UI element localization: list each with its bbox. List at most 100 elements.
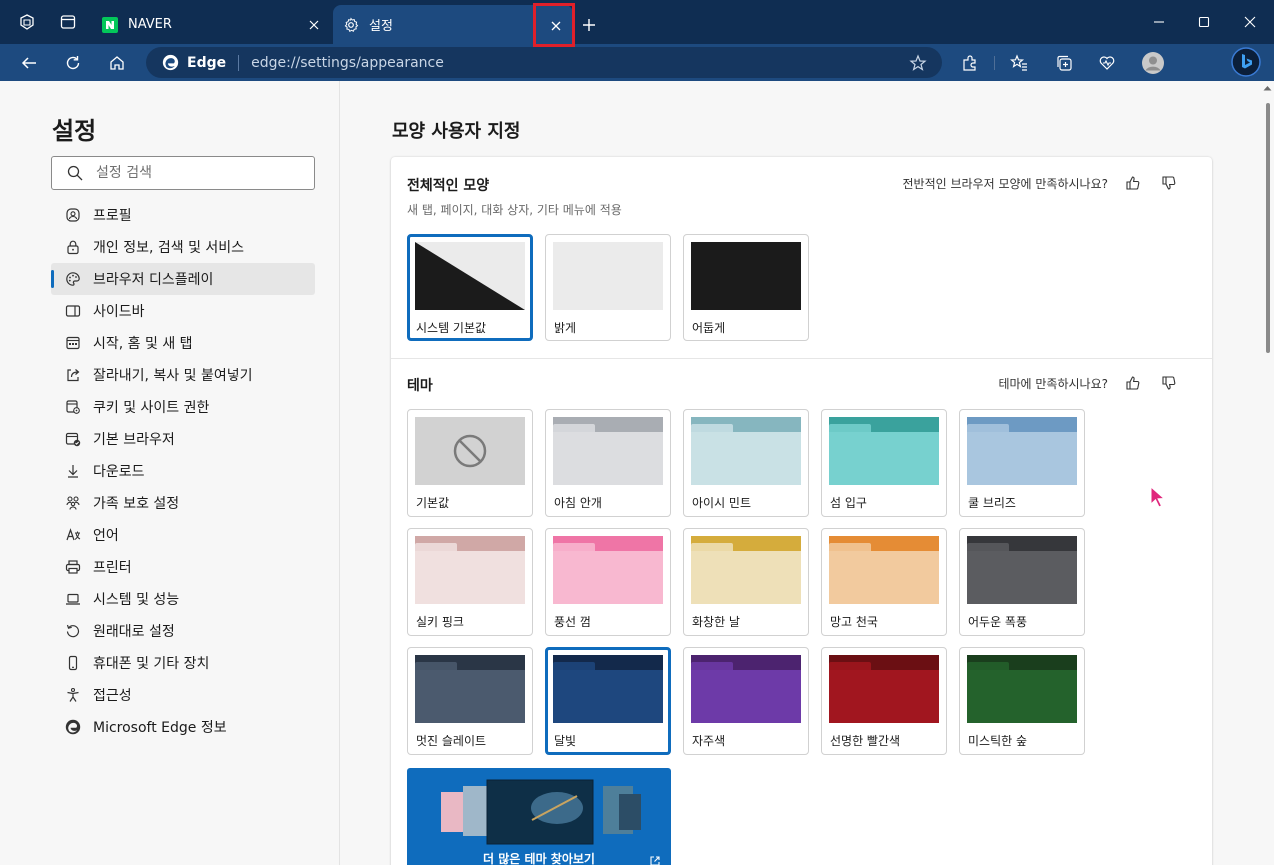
tab-naver[interactable]: NAVER (92, 5, 332, 44)
sidebar-item-reset[interactable]: 원래대로 설정 (51, 615, 315, 647)
sidebar-item-start-home[interactable]: 시작, 홈 및 새 탭 (51, 327, 315, 359)
sidebar-item-cookies[interactable]: 쿠키 및 사이트 권한 (51, 391, 315, 423)
appearance-card: 전체적인 모양 새 탭, 페이지, 대화 상자, 기타 메뉴에 적용 전반적인 … (391, 157, 1212, 865)
dark-preview (691, 242, 801, 310)
tab-actions-icon[interactable] (55, 9, 81, 35)
tab-close-button[interactable] (544, 14, 568, 38)
sidebar-item-label: 다운로드 (93, 464, 145, 480)
sidebar-item-phone[interactable]: 휴대폰 및 기타 장치 (51, 647, 315, 679)
blocked-icon (415, 417, 525, 485)
theme-option[interactable]: 아이시 민트 (683, 409, 809, 517)
favorites-icon[interactable] (1005, 49, 1033, 77)
search-input[interactable] (96, 165, 296, 181)
sidebar-item-label: 쿠키 및 사이트 권한 (93, 400, 210, 416)
workspaces-icon[interactable] (14, 9, 40, 35)
theme-option[interactable]: 미스틱한 숲 (959, 647, 1085, 755)
thumbs-up-icon[interactable] (1122, 172, 1144, 194)
sidebar-item-language[interactable]: 언어 (51, 519, 315, 551)
mouse-cursor-icon (1150, 486, 1166, 508)
theme-option[interactable]: 풍선 껌 (545, 528, 671, 636)
new-tab-button[interactable] (576, 12, 602, 38)
sidebar-item-default-browser[interactable]: 기본 브라우저 (51, 423, 315, 455)
theme-option-label: 어두운 폭풍 (968, 615, 1028, 629)
page-scrollbar[interactable] (1261, 81, 1274, 865)
thumbs-down-icon[interactable] (1158, 372, 1180, 394)
appearance-option-system[interactable]: 시스템 기본값 (407, 234, 533, 341)
theme-preview (829, 417, 939, 485)
sidebar-item-profile[interactable]: 프로필 (51, 199, 315, 231)
laptop-icon (64, 590, 82, 608)
discover-themes-label: 더 많은 테마 찾아보기 (483, 852, 595, 865)
folder-icon (553, 417, 663, 485)
theme-option[interactable]: 망고 천국 (821, 528, 947, 636)
theme-option[interactable]: 선명한 빨간색 (821, 647, 947, 755)
settings-search[interactable] (51, 156, 315, 190)
browser-essentials-icon[interactable] (1093, 49, 1121, 77)
overall-appearance-subtitle: 새 탭, 페이지, 대화 상자, 기타 메뉴에 적용 (407, 203, 622, 217)
theme-preview (415, 655, 525, 723)
thumbs-up-icon[interactable] (1122, 372, 1144, 394)
scrollbar-thumb[interactable] (1266, 103, 1270, 353)
folder-icon (553, 655, 663, 723)
minimize-button[interactable] (1144, 8, 1174, 36)
sidebar-item-share-copy[interactable]: 잘라내기, 복사 및 붙여넣기 (51, 359, 315, 391)
sidebar-item-privacy[interactable]: 개인 정보, 검색 및 서비스 (51, 231, 315, 263)
scroll-up-arrow-icon[interactable] (1263, 85, 1272, 91)
collections-icon[interactable] (1050, 49, 1078, 77)
sidebar-item-sidebar[interactable]: 사이드바 (51, 295, 315, 327)
theme-preview (967, 655, 1077, 723)
sidebar-item-downloads[interactable]: 다운로드 (51, 455, 315, 487)
appearance-option-light[interactable]: 밝게 (545, 234, 671, 341)
sidebar-item-family[interactable]: 가족 보호 설정 (51, 487, 315, 519)
external-link-icon (649, 852, 661, 865)
theme-option[interactable]: 어두운 폭풍 (959, 528, 1085, 636)
theme-option[interactable]: 아침 안개 (545, 409, 671, 517)
extensions-icon[interactable] (956, 49, 984, 77)
maximize-button[interactable] (1189, 8, 1219, 36)
theme-preview (691, 536, 801, 604)
theme-option[interactable]: 쿨 브리즈 (959, 409, 1085, 517)
edge-browser-window: NAVER 설정 Edge edge://settings/appearance… (0, 0, 1274, 865)
home-button[interactable] (103, 49, 131, 77)
sidebar-item-label: 시작, 홈 및 새 탭 (93, 336, 193, 352)
theme-option[interactable]: 자주색 (683, 647, 809, 755)
sidebar-icon (64, 302, 82, 320)
theme-option[interactable]: 달빛 (545, 647, 671, 755)
sidebar-item-accessibility[interactable]: 접근성 (51, 679, 315, 711)
browser-check-icon (64, 430, 82, 448)
theme-preview (691, 655, 801, 723)
folder-icon (415, 655, 525, 723)
profile-avatar[interactable] (1139, 49, 1167, 77)
theme-option[interactable]: 화창한 날 (683, 528, 809, 636)
sidebar-item-printers[interactable]: 프린터 (51, 551, 315, 583)
tab-title: NAVER (128, 17, 172, 32)
bing-copilot-icon[interactable] (1231, 47, 1261, 77)
favorite-star-icon[interactable] (906, 51, 930, 75)
search-icon (67, 165, 83, 181)
folder-icon (829, 417, 939, 485)
sidebar-item-label: 시스템 및 성능 (93, 592, 180, 608)
thumbs-down-icon[interactable] (1158, 172, 1180, 194)
appearance-option-dark[interactable]: 어둡게 (683, 234, 809, 341)
back-button[interactable] (15, 49, 43, 77)
theme-option[interactable]: 기본값 (407, 409, 533, 517)
sidebar-item-system[interactable]: 시스템 및 성능 (51, 583, 315, 615)
theme-option[interactable]: 멋진 슬레이트 (407, 647, 533, 755)
theme-title: 테마 (407, 378, 433, 394)
window-close-button[interactable] (1235, 8, 1265, 36)
printer-icon (64, 558, 82, 576)
theme-preview (553, 536, 663, 604)
discover-more-themes[interactable]: 더 많은 테마 찾아보기 (407, 768, 671, 865)
theme-option[interactable]: 섬 입구 (821, 409, 947, 517)
theme-option[interactable]: 실키 핑크 (407, 528, 533, 636)
sidebar-item-about[interactable]: Microsoft Edge 정보 (51, 711, 315, 743)
tab-close-button[interactable] (302, 13, 326, 37)
refresh-button[interactable] (59, 49, 87, 77)
sidebar-item-browser-display[interactable]: 브라우저 디스플레이 (51, 263, 315, 295)
theme-option-label: 실키 핑크 (416, 615, 464, 629)
settings-main: 모양 사용자 지정 전체적인 모양 새 탭, 페이지, 대화 상자, 기타 메뉴… (341, 81, 1261, 865)
address-bar[interactable]: Edge edge://settings/appearance (146, 47, 942, 78)
address-url[interactable]: edge://settings/appearance (251, 55, 906, 71)
overall-feedback: 전반적인 브라우저 모양에 만족하시나요? (903, 172, 1181, 194)
naver-n-icon (102, 16, 118, 33)
